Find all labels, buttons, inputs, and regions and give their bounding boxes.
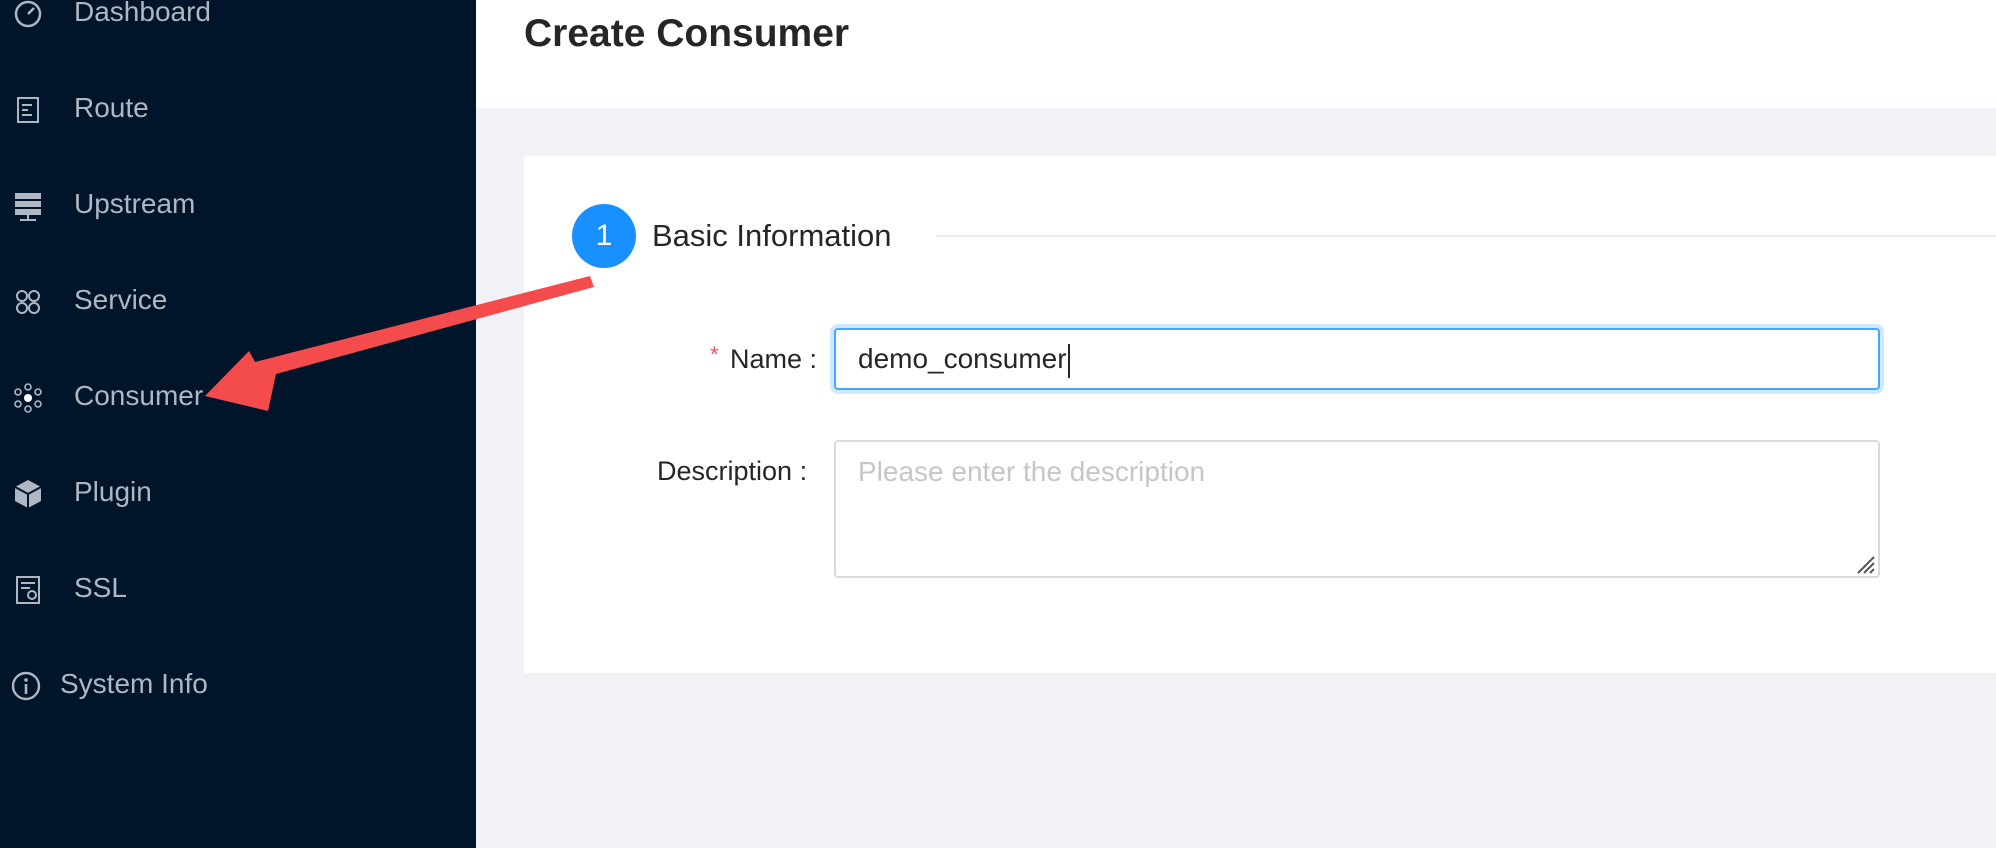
sidebar-item-upstream[interactable]: Upstream — [0, 174, 476, 234]
description-textarea[interactable]: Please enter the description — [834, 440, 1880, 578]
sidebar-item-label: Upstream — [74, 188, 196, 219]
description-placeholder: Please enter the description — [858, 456, 1206, 487]
sidebar-item-label: SSL — [74, 572, 127, 603]
sidebar-item-label: System Info — [60, 668, 208, 699]
server-icon — [12, 190, 44, 222]
required-star: * — [710, 342, 719, 367]
sidebar-item-system-info[interactable]: System Info — [0, 654, 476, 714]
divider — [936, 235, 1996, 237]
page-header: Create Consumer — [476, 0, 1996, 108]
step-number-badge: 1 — [572, 204, 636, 268]
cluster-icon — [12, 382, 44, 414]
dashboard-icon — [12, 0, 44, 30]
resize-handle-icon[interactable] — [1852, 550, 1876, 574]
sidebar: Dashboard Route Upstream Service Consume… — [0, 0, 476, 848]
name-label: Name : — [730, 344, 818, 374]
name-value: demo_consumer — [858, 343, 1067, 374]
sidebar-item-label: Plugin — [74, 476, 152, 507]
sidebar-item-label: Dashboard — [74, 0, 211, 27]
sidebar-item-service[interactable]: Service — [0, 270, 476, 330]
step-title: Basic Information — [652, 218, 892, 253]
form-card: 1 Basic Information * Name : demo_consum… — [524, 156, 1996, 673]
text-cursor — [1067, 343, 1070, 378]
cube-icon — [12, 478, 44, 510]
sidebar-item-route[interactable]: Route — [0, 78, 476, 138]
description-label: Description : — [657, 456, 808, 486]
sidebar-item-plugin[interactable]: Plugin — [0, 462, 476, 522]
sidebar-item-label: Service — [74, 284, 168, 315]
sidebar-item-consumer[interactable]: Consumer — [0, 366, 476, 426]
route-icon — [12, 94, 44, 126]
sidebar-item-label: Route — [74, 92, 149, 123]
page-title: Create Consumer — [524, 12, 850, 55]
name-input[interactable]: demo_consumer — [834, 328, 1880, 390]
sidebar-item-ssl[interactable]: SSL — [0, 558, 476, 618]
certificate-icon — [12, 574, 44, 606]
command-icon — [12, 286, 44, 318]
sidebar-item-dashboard[interactable]: Dashboard — [0, 0, 476, 42]
info-icon — [10, 670, 42, 702]
sidebar-item-label: Consumer — [74, 380, 204, 411]
